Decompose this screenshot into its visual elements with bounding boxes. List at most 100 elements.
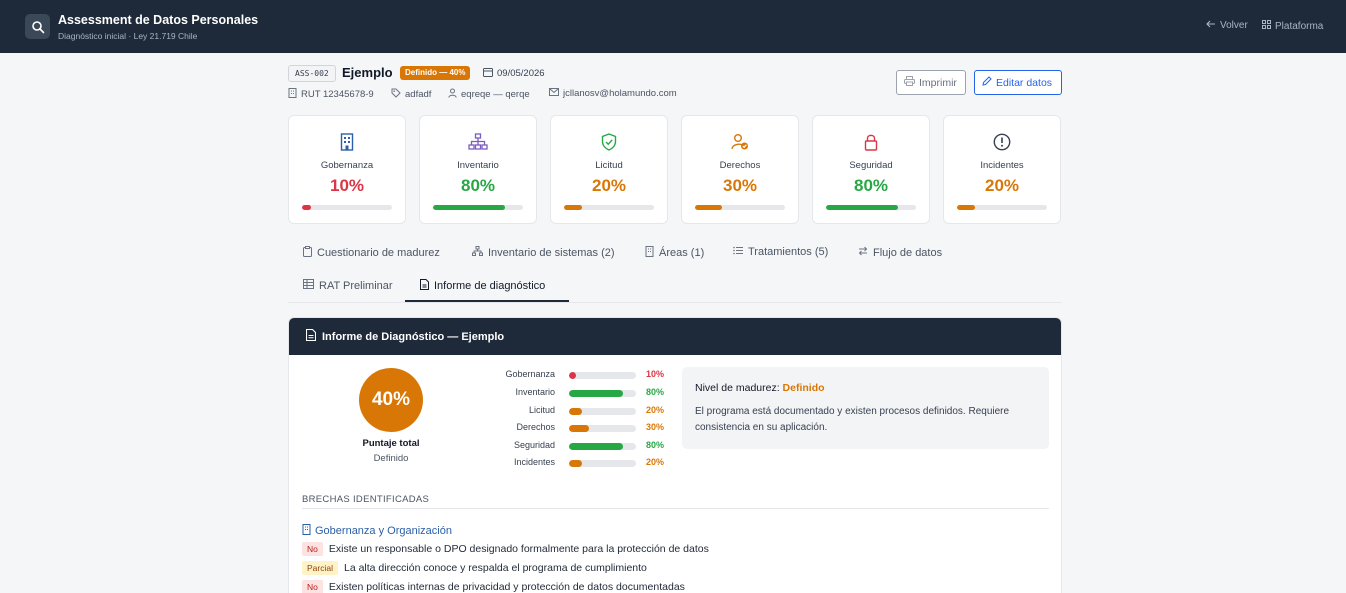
- platform-label: Plataforma: [1275, 20, 1324, 32]
- tab-rat[interactable]: RAT Preliminar: [303, 279, 393, 292]
- mini-bar-label: Derechos: [516, 422, 555, 432]
- print-button[interactable]: Imprimir: [896, 70, 966, 95]
- mini-bar-track: [569, 390, 636, 397]
- gap-text: Existe un responsable o DPO designado fo…: [328, 543, 709, 555]
- rut-text: RUT 12345678-9: [301, 89, 374, 100]
- top-bar: Assessment de Datos Personales Diagnósti…: [0, 0, 1346, 53]
- progress-fill: [957, 205, 975, 210]
- mini-bar-value: 20%: [646, 405, 665, 415]
- dimension-value: 20%: [591, 176, 627, 195]
- grid-icon: [1262, 20, 1271, 32]
- network-icon: [420, 133, 536, 151]
- tab-label: RAT Preliminar: [319, 279, 393, 292]
- dimension-value: 80%: [853, 176, 889, 195]
- mini-bar-label: Incidentes: [513, 457, 555, 467]
- list-icon: [733, 246, 743, 258]
- network-icon: [472, 246, 483, 259]
- mini-bar-row: Derechos 30%: [479, 421, 679, 435]
- edit-label: Editar datos: [996, 76, 1053, 89]
- search-icon[interactable]: [25, 14, 50, 39]
- assessment-title: Ejemplo: [342, 65, 393, 80]
- progress-track: [302, 205, 392, 210]
- assessment-code: ASS-002: [288, 65, 336, 82]
- pencil-icon: [982, 76, 992, 89]
- gap-group-label: Gobernanza y Organización: [315, 525, 452, 537]
- maturity-prefix: Nivel de madurez:: [695, 382, 780, 394]
- mini-bar-row: Licitud 20%: [479, 404, 679, 418]
- progress-track: [564, 205, 654, 210]
- status-badge: Definido — 40%: [400, 66, 471, 80]
- tab-tratamientos[interactable]: Tratamientos (5): [733, 246, 828, 258]
- total-score-label: Puntaje total: [362, 438, 420, 449]
- shield-check-icon: [551, 133, 667, 151]
- table-icon: [303, 279, 314, 292]
- gap-item: Parcial La alta dirección conoce y respa…: [302, 561, 647, 575]
- dimension-value: 20%: [984, 176, 1020, 195]
- tag-info: adfadf: [391, 88, 431, 101]
- date-text: 09/05/2026: [497, 68, 545, 79]
- maturity-title: Nivel de madurez: Definido: [695, 382, 825, 394]
- tab-inventario[interactable]: Inventario de sistemas (2): [472, 246, 615, 259]
- mini-bar-track: [569, 443, 636, 450]
- print-label: Imprimir: [919, 76, 957, 89]
- tab-cuestionario[interactable]: Cuestionario de madurez: [303, 246, 440, 260]
- email-text: jcllanosv@holamundo.com: [563, 88, 677, 99]
- mini-bar-fill: [569, 390, 623, 397]
- mini-bar-label: Seguridad: [513, 440, 555, 450]
- back-label: Volver: [1220, 20, 1248, 31]
- mini-bar-fill: [569, 460, 583, 467]
- maturity-level: Definido: [782, 382, 825, 394]
- mini-bar-row: Inventario 80%: [479, 386, 679, 400]
- lock-icon: [813, 133, 929, 151]
- tab-informe[interactable]: Informe de diagnóstico: [420, 279, 545, 293]
- mini-bar-fill: [569, 443, 623, 450]
- dimension-label: Licitud: [595, 160, 623, 171]
- tab-label: Informe de diagnóstico: [434, 280, 546, 292]
- building-icon: [289, 133, 405, 151]
- tab-areas[interactable]: Áreas (1): [645, 246, 704, 260]
- dimension-card-licitud: Licitud 20%: [550, 115, 668, 224]
- dimension-card-inventario: Inventario 80%: [419, 115, 537, 224]
- mini-bar-track: [569, 408, 636, 415]
- mini-bar-fill: [569, 425, 590, 432]
- tab-flujo[interactable]: Flujo de datos: [858, 246, 942, 259]
- arrows-exchange-icon: [858, 246, 868, 259]
- mail-icon: [549, 88, 559, 99]
- mini-bar-track: [569, 425, 636, 432]
- mini-bar-value: 80%: [646, 387, 665, 397]
- back-link[interactable]: Volver: [1206, 20, 1248, 31]
- document-icon: [420, 279, 429, 293]
- dimension-label: Inventario: [457, 160, 499, 171]
- gap-item: No Existen políticas internas de privaci…: [302, 580, 685, 593]
- contact-text: eqreqe — qerqe: [461, 89, 530, 100]
- tab-label: Flujo de datos: [873, 246, 943, 259]
- gap-text: La alta dirección conoce y respalda el p…: [343, 562, 647, 574]
- edit-button[interactable]: Editar datos: [974, 70, 1062, 95]
- gap-item: No Existe un responsable o DPO designado…: [302, 542, 709, 556]
- dimension-value: 10%: [329, 176, 365, 195]
- user-icon: [448, 88, 457, 101]
- progress-track: [957, 205, 1047, 210]
- active-tab-indicator: [405, 300, 569, 302]
- mini-bar-label: Licitud: [528, 405, 555, 415]
- email-info: jcllanosv@holamundo.com: [549, 88, 677, 99]
- progress-fill: [433, 205, 505, 210]
- dimension-card-gobernanza: Gobernanza 10%: [288, 115, 406, 224]
- tab-label: Áreas (1): [659, 247, 705, 259]
- progress-fill: [826, 205, 898, 210]
- report-panel: Informe de Diagnóstico — Ejemplo 40% Pun…: [288, 317, 1062, 593]
- mini-bar-fill: [569, 372, 576, 379]
- mini-bar-label: Inventario: [515, 387, 555, 397]
- dimension-card-derechos: Derechos 30%: [681, 115, 799, 224]
- arrow-left-icon: [1206, 20, 1216, 31]
- maturity-description: El programa está documentado y existen p…: [695, 406, 1010, 433]
- progress-fill: [302, 205, 311, 210]
- platform-link[interactable]: Plataforma: [1262, 20, 1323, 32]
- report-title: Informe de Diagnóstico — Ejemplo: [322, 330, 505, 343]
- dimension-label: Derechos: [719, 160, 761, 171]
- gap-group-title: Gobernanza y Organización: [302, 524, 452, 538]
- progress-track: [826, 205, 916, 210]
- document-icon: [305, 328, 317, 344]
- contact-info: eqreqe — qerqe: [448, 88, 530, 101]
- dimension-value: 30%: [722, 176, 758, 195]
